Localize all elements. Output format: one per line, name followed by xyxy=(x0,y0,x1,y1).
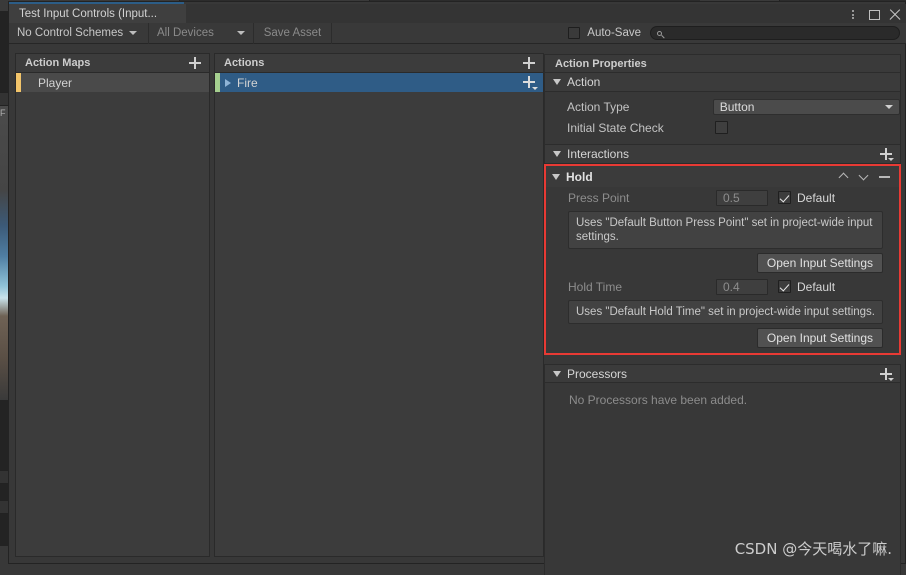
toolbar: No Control Schemes All Devices Save Asse… xyxy=(9,22,906,44)
hold-interaction-highlight: Hold Press Point 0.5 Default Uses "Defau… xyxy=(544,164,901,355)
auto-save-checkbox[interactable] xyxy=(568,27,581,39)
actions-title: Actions xyxy=(224,57,265,69)
processors-section-label: Processors xyxy=(567,366,628,381)
hold-time-value: 0.4 xyxy=(723,279,740,294)
watermark: CSDN @今天喝水了嘛. xyxy=(734,540,892,558)
triangle-down-icon xyxy=(553,370,561,377)
action-type-label: Action Type xyxy=(567,99,630,114)
hold-time-default-toggle[interactable]: Default xyxy=(778,280,835,294)
add-binding-button[interactable] xyxy=(521,74,538,90)
action-type-dropdown[interactable]: Button xyxy=(712,98,900,115)
control-schemes-label: No Control Schemes xyxy=(17,27,124,39)
open-input-settings-button[interactable]: Open Input Settings xyxy=(756,253,883,273)
action-map-label: Player xyxy=(38,75,73,90)
move-up-icon[interactable] xyxy=(839,172,849,182)
editor-body: Action Maps Player Actions Fire Action P… xyxy=(9,45,906,575)
save-asset-label: Save Asset xyxy=(263,27,322,39)
chevron-down-icon xyxy=(888,158,894,161)
devices-label: All Devices xyxy=(157,27,214,39)
processors-section-header[interactable]: Processors xyxy=(544,364,901,383)
action-label: Fire xyxy=(237,75,258,90)
action-maps-panel: Action Maps Player xyxy=(15,53,210,557)
action-row-fire[interactable]: Fire xyxy=(215,73,543,92)
add-action-button[interactable] xyxy=(521,55,537,71)
expand-action-icon[interactable] xyxy=(225,73,231,92)
press-point-label: Press Point xyxy=(568,190,630,205)
actions-panel: Actions Fire xyxy=(214,53,544,557)
press-point-default-label: Default xyxy=(797,190,836,205)
control-schemes-dropdown[interactable]: No Control Schemes xyxy=(9,22,149,44)
press-point-row: Press Point 0.5 Default xyxy=(546,187,899,208)
interactions-section-label: Interactions xyxy=(567,147,630,161)
chevron-down-icon xyxy=(888,377,894,381)
action-maps-header: Action Maps xyxy=(16,54,209,73)
chevron-down-icon xyxy=(885,104,893,109)
action-maps-title: Action Maps xyxy=(25,57,91,69)
action-section-body: Action Type Button Initial State Check xyxy=(544,92,901,145)
save-asset-button[interactable]: Save Asset xyxy=(254,22,332,44)
window-titlebar: Test Input Controls (Input... xyxy=(9,4,906,23)
action-properties-panel: Action Properties Action Action Type But… xyxy=(544,54,901,575)
chevron-down-icon xyxy=(237,31,245,35)
add-action-map-button[interactable] xyxy=(187,55,203,71)
action-map-row-player[interactable]: Player xyxy=(16,73,209,92)
triangle-right-icon xyxy=(225,78,231,87)
press-point-help: Uses "Default Button Press Point" set in… xyxy=(568,211,883,249)
chevron-down-icon xyxy=(129,31,138,35)
triangle-down-icon xyxy=(553,151,561,157)
window-tab[interactable]: Test Input Controls (Input... xyxy=(9,4,186,23)
action-color-tag xyxy=(215,73,220,92)
search-icon xyxy=(657,30,662,36)
hold-time-row: Hold Time 0.4 Default xyxy=(546,276,899,297)
window-tab-label: Test Input Controls (Input... xyxy=(19,7,158,20)
action-properties-title: Action Properties xyxy=(544,54,901,73)
window-controls xyxy=(846,7,901,21)
action-type-row: Action Type Button xyxy=(545,96,900,117)
action-section-header[interactable]: Action xyxy=(544,73,901,92)
hold-time-help: Uses "Default Hold Time" set in project-… xyxy=(568,300,883,324)
close-icon[interactable] xyxy=(889,9,901,21)
initial-state-check-checkbox[interactable] xyxy=(715,121,728,134)
chevron-down-icon xyxy=(532,87,538,90)
initial-state-check-label: Initial State Check xyxy=(567,120,664,135)
press-point-default-checkbox[interactable] xyxy=(778,191,791,204)
press-point-value: 0.5 xyxy=(723,190,740,205)
interactions-section-header[interactable]: Interactions xyxy=(544,145,901,164)
hold-time-default-label: Default xyxy=(797,279,836,294)
action-properties-title-label: Action Properties xyxy=(555,57,647,70)
actions-header: Actions xyxy=(215,54,543,73)
processors-empty-text: No Processors have been added. xyxy=(569,393,748,407)
hold-time-button-row: Open Input Settings xyxy=(546,324,899,353)
input-actions-window: Test Input Controls (Input... No Control… xyxy=(8,1,906,575)
triangle-down-icon xyxy=(553,79,561,85)
hold-time-label: Hold Time xyxy=(568,279,623,294)
press-point-button-row: Open Input Settings xyxy=(546,249,899,273)
more-options-icon[interactable] xyxy=(846,7,860,21)
hold-interaction-name: Hold xyxy=(566,169,593,184)
screen-root: F t Test Input Controls (Input... No Con… xyxy=(0,0,906,575)
open-input-settings-button[interactable]: Open Input Settings xyxy=(756,328,883,348)
press-point-input[interactable]: 0.5 xyxy=(716,189,768,206)
hold-time-input[interactable]: 0.4 xyxy=(716,278,768,295)
triangle-down-icon xyxy=(552,173,560,180)
add-processor-button[interactable] xyxy=(878,366,894,382)
devices-dropdown[interactable]: All Devices xyxy=(149,22,254,44)
action-section-label: Action xyxy=(567,75,601,89)
search-input[interactable] xyxy=(650,26,900,40)
auto-save-toggle[interactable]: Auto-Save xyxy=(564,23,650,44)
action-type-value: Button xyxy=(719,99,755,114)
auto-save-label: Auto-Save xyxy=(587,27,641,39)
remove-interaction-icon[interactable] xyxy=(879,175,890,178)
hold-time-default-checkbox[interactable] xyxy=(778,280,791,293)
hold-interaction-header[interactable]: Hold xyxy=(546,166,899,187)
move-down-icon[interactable] xyxy=(859,172,869,182)
press-point-default-toggle[interactable]: Default xyxy=(778,191,835,205)
maximize-icon[interactable] xyxy=(869,10,880,20)
hold-interaction-tools xyxy=(839,172,899,182)
add-interaction-button[interactable] xyxy=(878,146,894,162)
action-map-color-tag xyxy=(16,73,21,92)
initial-state-check-row: Initial State Check xyxy=(545,117,900,138)
